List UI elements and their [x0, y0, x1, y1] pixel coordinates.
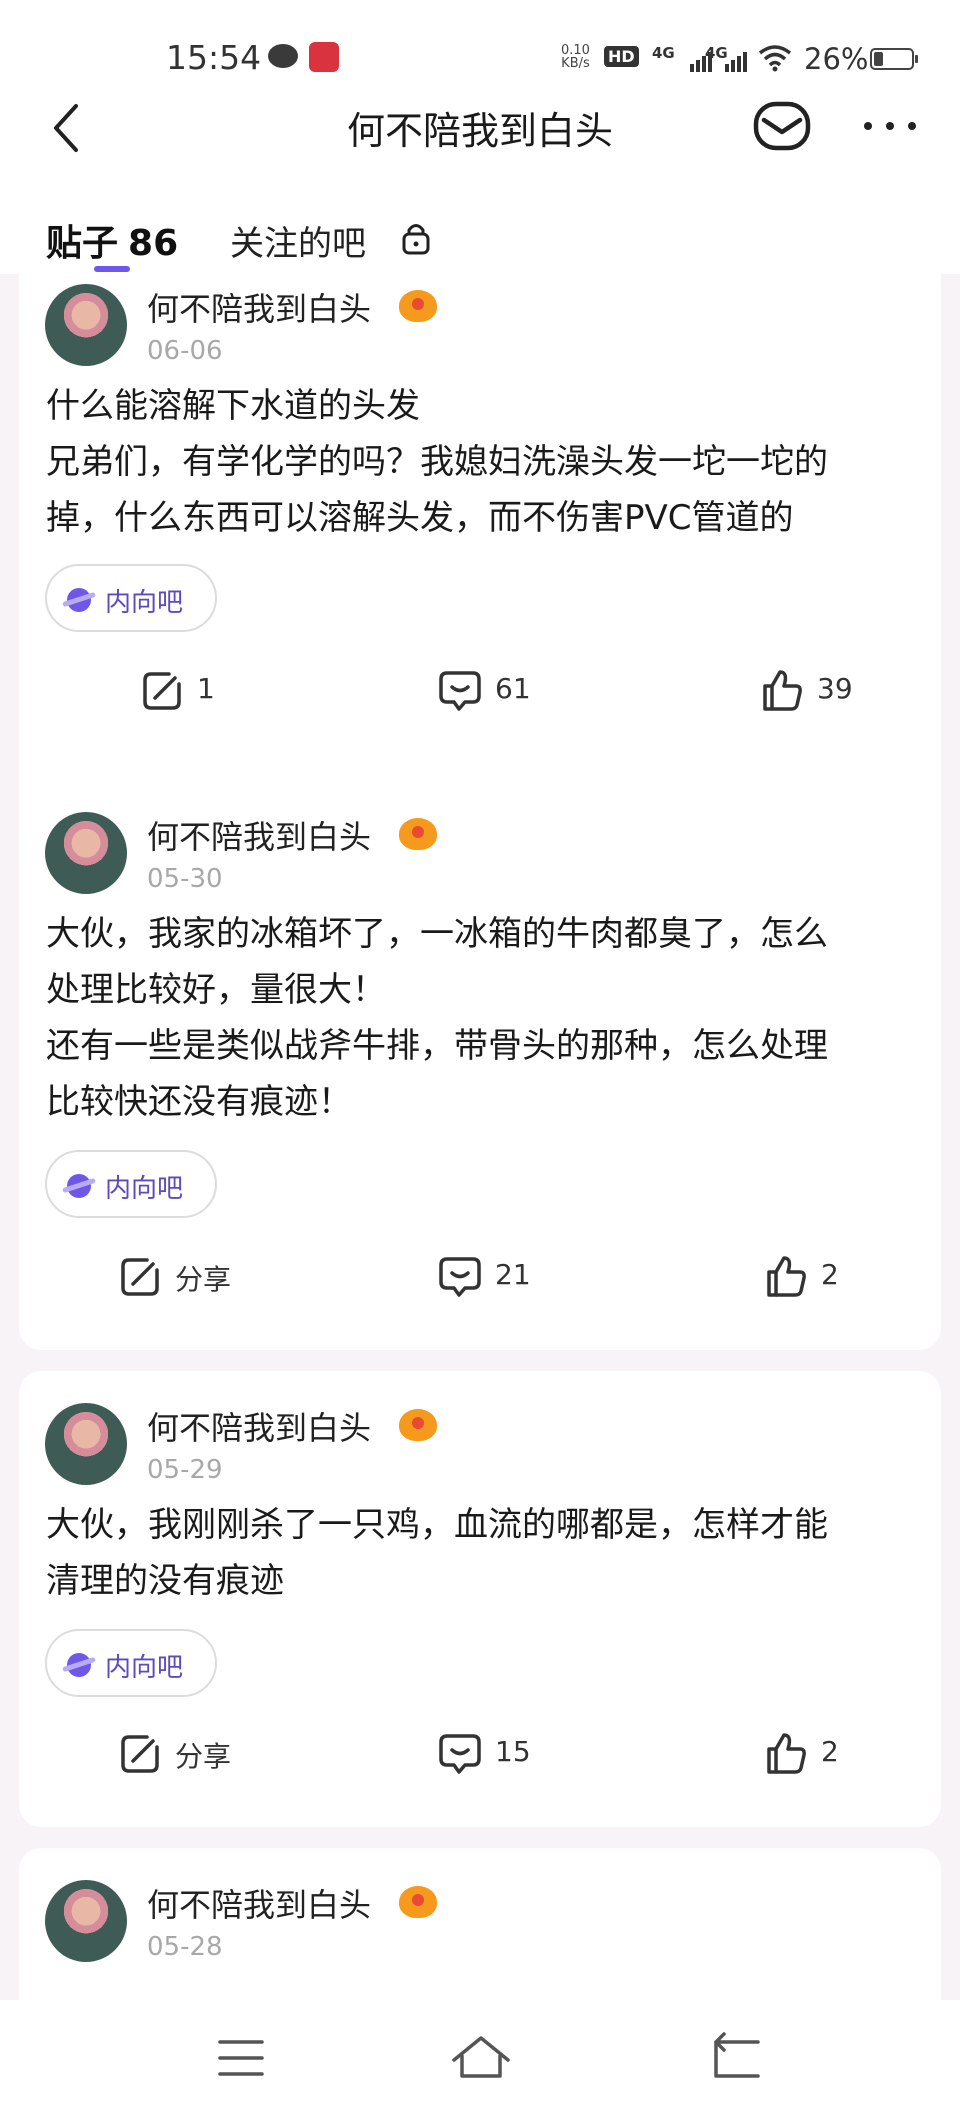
- signal-bars-icon-2: [725, 52, 747, 72]
- tab-posts-label: 贴子: [46, 223, 119, 264]
- post-body-line: 兄弟们，有学化学的吗？我媳妇洗澡头发一坨一坨的: [46, 442, 828, 482]
- share-label: 分享: [175, 1740, 232, 1773]
- hd-icon: HD: [604, 46, 639, 67]
- post-card[interactable]: 何不陪我到白头 05-30 大伙，我家的冰箱坏了，一冰箱的牛肉都臭了，怎么 处理…: [19, 780, 941, 1350]
- active-tab-indicator: [94, 266, 130, 272]
- battery-percent: 26%: [804, 42, 869, 76]
- chat-notification-icon: [268, 44, 298, 68]
- like-count: 2: [821, 1258, 839, 1291]
- post-author[interactable]: 何不陪我到白头: [147, 812, 371, 858]
- tab-followed-bars[interactable]: 关注的吧: [230, 216, 366, 265]
- comment-count: 15: [495, 1735, 531, 1768]
- like-count: 39: [817, 672, 853, 705]
- level-badge-icon: [399, 290, 437, 322]
- post-date: 06-06: [147, 336, 223, 366]
- share-label: 分享: [175, 1263, 232, 1296]
- post-body-line: 大伙，我刚刚杀了一只鸡，血流的哪都是，怎样才能: [46, 1505, 828, 1545]
- comment-icon: [439, 1257, 481, 1297]
- home-icon[interactable]: [446, 2030, 516, 2086]
- avatar[interactable]: [45, 1880, 127, 1962]
- planet-icon: [67, 1174, 91, 1198]
- network-speed-unit: KB/s: [561, 56, 590, 71]
- more-icon[interactable]: [860, 94, 920, 158]
- profile-tab-bar: 贴子 86 关注的吧: [0, 180, 960, 274]
- post-author[interactable]: 何不陪我到白头: [147, 284, 371, 330]
- forum-tag[interactable]: 内向吧: [45, 564, 217, 632]
- status-time: 15:54: [166, 38, 262, 77]
- comment-icon: [439, 1734, 481, 1774]
- level-badge-icon: [399, 1409, 437, 1441]
- planet-icon: [67, 588, 91, 612]
- forum-tag[interactable]: 内向吧: [45, 1629, 217, 1697]
- like-icon: [767, 1256, 806, 1297]
- post-feed[interactable]: 何不陪我到白头 06-06 什么能溶解下水道的头发 兄弟们，有学化学的吗？我媳妇…: [0, 274, 960, 2000]
- post-content[interactable]: 什么能溶解下水道的头发 兄弟们，有学化学的吗？我媳妇洗澡头发一坨一坨的 掉，什么…: [46, 378, 926, 546]
- avatar[interactable]: [45, 284, 127, 366]
- post-author[interactable]: 何不陪我到白头: [147, 1403, 371, 1449]
- tab-posts[interactable]: 贴子 86: [46, 214, 178, 266]
- network-speed: 0.10 KB/s: [561, 44, 590, 70]
- like-icon: [767, 1733, 806, 1774]
- like-count: 2: [821, 1735, 839, 1768]
- post-body-line: 大伙，我家的冰箱坏了，一冰箱的牛肉都臭了，怎么: [46, 914, 828, 954]
- post-body-line: 还有一些是类似战斧牛排，带骨头的那种，怎么处理: [46, 1026, 828, 1066]
- forum-tag[interactable]: 内向吧: [45, 1150, 217, 1218]
- forum-tag-label: 内向吧: [105, 1653, 184, 1683]
- page-title: 何不陪我到白头: [346, 109, 613, 153]
- wifi-icon: [758, 45, 792, 72]
- avatar[interactable]: [45, 812, 127, 894]
- post-author[interactable]: 何不陪我到白头: [147, 1880, 371, 1926]
- tab-posts-count: 86: [128, 223, 179, 264]
- forum-tag-label: 内向吧: [105, 588, 184, 618]
- planet-icon: [67, 1653, 91, 1677]
- battery-icon: [870, 48, 918, 70]
- post-date: 05-29: [147, 1455, 223, 1485]
- share-icon: [121, 1258, 159, 1296]
- share-icon: [121, 1735, 159, 1773]
- signal-4g-icon: 4G: [652, 44, 675, 62]
- post-date: 05-28: [147, 1932, 223, 1962]
- app-notification-icon: [309, 42, 339, 72]
- post-content[interactable]: 大伙，我家的冰箱坏了，一冰箱的牛肉都臭了，怎么 处理比较好，量很大！ 还有一些是…: [46, 906, 926, 1130]
- comment-icon: [439, 671, 481, 711]
- menu-icon[interactable]: [206, 2030, 276, 2086]
- post-title: 什么能溶解下水道的头发: [46, 386, 420, 426]
- battery-fill: [874, 52, 883, 66]
- share-count: 1: [197, 672, 215, 705]
- post-date: 05-30: [147, 864, 223, 894]
- comment-count: 21: [495, 1258, 531, 1291]
- comment-count: 61: [495, 672, 531, 705]
- level-badge-icon: [399, 1886, 437, 1918]
- post-body-line: 掉，什么东西可以溶解头发，而不伤害PVC管道的: [46, 498, 794, 538]
- system-navigation-bar: [0, 2000, 960, 2112]
- post-card[interactable]: 何不陪我到白头 05-28: [19, 1848, 941, 2000]
- post-card[interactable]: 何不陪我到白头 05-29 大伙，我刚刚杀了一只鸡，血流的哪都是，怎样才能 清理…: [19, 1371, 941, 1827]
- post-body-line: 比较快还没有痕迹！: [46, 1082, 352, 1122]
- title-bar: 何不陪我到白头: [0, 90, 960, 180]
- share-icon: [143, 672, 181, 710]
- lock-icon: [402, 224, 430, 255]
- back-nav-icon[interactable]: [700, 2030, 770, 2086]
- avatar[interactable]: [45, 1403, 127, 1485]
- level-badge-icon: [399, 818, 437, 850]
- mail-icon[interactable]: [750, 94, 814, 158]
- post-body-line: 处理比较好，量很大！: [46, 970, 386, 1010]
- like-icon: [763, 670, 802, 711]
- post-body-line: 清理的没有痕迹: [46, 1561, 284, 1601]
- post-content[interactable]: 大伙，我刚刚杀了一只鸡，血流的哪都是，怎样才能 清理的没有痕迹: [46, 1497, 926, 1609]
- forum-tag-label: 内向吧: [105, 1174, 184, 1204]
